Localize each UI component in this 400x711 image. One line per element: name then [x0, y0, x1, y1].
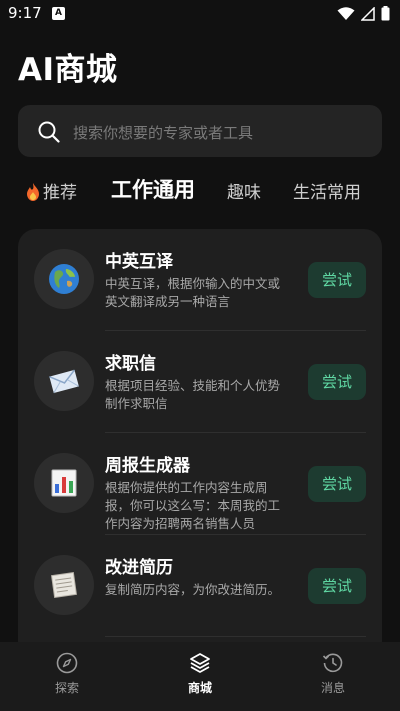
nav-messages[interactable]: 消息	[293, 652, 373, 696]
globe-icon	[49, 264, 79, 294]
history-icon	[322, 653, 343, 673]
tab-daily-life[interactable]: 生活常用	[293, 178, 361, 203]
fire-icon	[27, 183, 39, 201]
tool-list-card: 中英互译 中英互译，根据你输入的中文或英文翻译成另一种语言 尝试 求职信 根据项…	[18, 229, 382, 659]
tab-recommend[interactable]: 推荐	[26, 178, 77, 203]
try-button[interactable]: 尝试	[308, 262, 366, 298]
try-button[interactable]: 尝试	[308, 364, 366, 400]
divider	[105, 636, 366, 637]
list-item[interactable]: 周报生成器 根据你提供的工作内容生成周报，你可以这么写：本周我的工作内容为招聘两…	[18, 433, 382, 535]
item-title: 求职信	[105, 354, 156, 374]
status-bar: 9:17 A	[0, 0, 400, 28]
status-time: 9:17	[8, 4, 42, 22]
item-icon-circle	[34, 555, 94, 615]
item-title: 改进简历	[105, 558, 173, 578]
notification-icon: A	[52, 7, 65, 20]
status-indicators	[337, 6, 390, 21]
nav-label: 探索	[54, 681, 79, 695]
nav-label: 消息	[320, 681, 345, 695]
nav-explore[interactable]: 探索	[27, 652, 107, 696]
tab-work-general[interactable]: 工作通用	[111, 174, 195, 204]
bottom-nav: 探索 商城 消息	[0, 642, 400, 711]
try-button[interactable]: 尝试	[308, 466, 366, 502]
item-title: 周报生成器	[105, 456, 190, 476]
list-item[interactable]: 求职信 根据项目经验、技能和个人优势制作求职信 尝试	[18, 331, 382, 433]
tab-label: 推荐	[43, 183, 77, 203]
battery-icon	[381, 6, 390, 21]
layers-icon	[190, 653, 210, 673]
page-title: AI商城	[18, 52, 118, 88]
item-description: 根据项目经验、技能和个人优势制作求职信	[105, 378, 281, 411]
search-placeholder[interactable]: 搜索你想要的专家或者工具	[73, 122, 253, 143]
item-description: 根据你提供的工作内容生成周报，你可以这么写：本周我的工作内容为招聘两名销售人员	[105, 480, 281, 531]
document-icon	[51, 572, 77, 598]
category-tabs: 推荐 工作通用 趣味 生活常用	[0, 170, 400, 210]
item-title: 中英互译	[105, 252, 173, 272]
item-description: 复制简历内容，为你改进简历。	[105, 582, 281, 597]
nav-label: 商城	[187, 681, 212, 695]
try-button[interactable]: 尝试	[308, 568, 366, 604]
cellular-signal-icon	[361, 6, 375, 21]
list-item[interactable]: 中英互译 中英互译，根据你输入的中文或英文翻译成另一种语言 尝试	[18, 229, 382, 331]
nav-store[interactable]: 商城	[160, 652, 240, 696]
search-icon	[38, 121, 60, 143]
compass-icon	[56, 652, 78, 674]
envelope-icon	[49, 369, 80, 394]
item-icon-circle	[34, 249, 94, 309]
list-item[interactable]: 改进简历 复制简历内容，为你改进简历。 尝试	[18, 535, 382, 637]
tab-fun[interactable]: 趣味	[227, 178, 261, 203]
wifi-icon	[337, 6, 355, 20]
item-icon-circle	[34, 453, 94, 513]
item-description: 中英互译，根据你输入的中文或英文翻译成另一种语言	[105, 276, 281, 309]
bar-chart-icon	[51, 469, 77, 497]
item-icon-circle	[34, 351, 94, 411]
search-bar[interactable]: 搜索你想要的专家或者工具	[18, 105, 382, 157]
